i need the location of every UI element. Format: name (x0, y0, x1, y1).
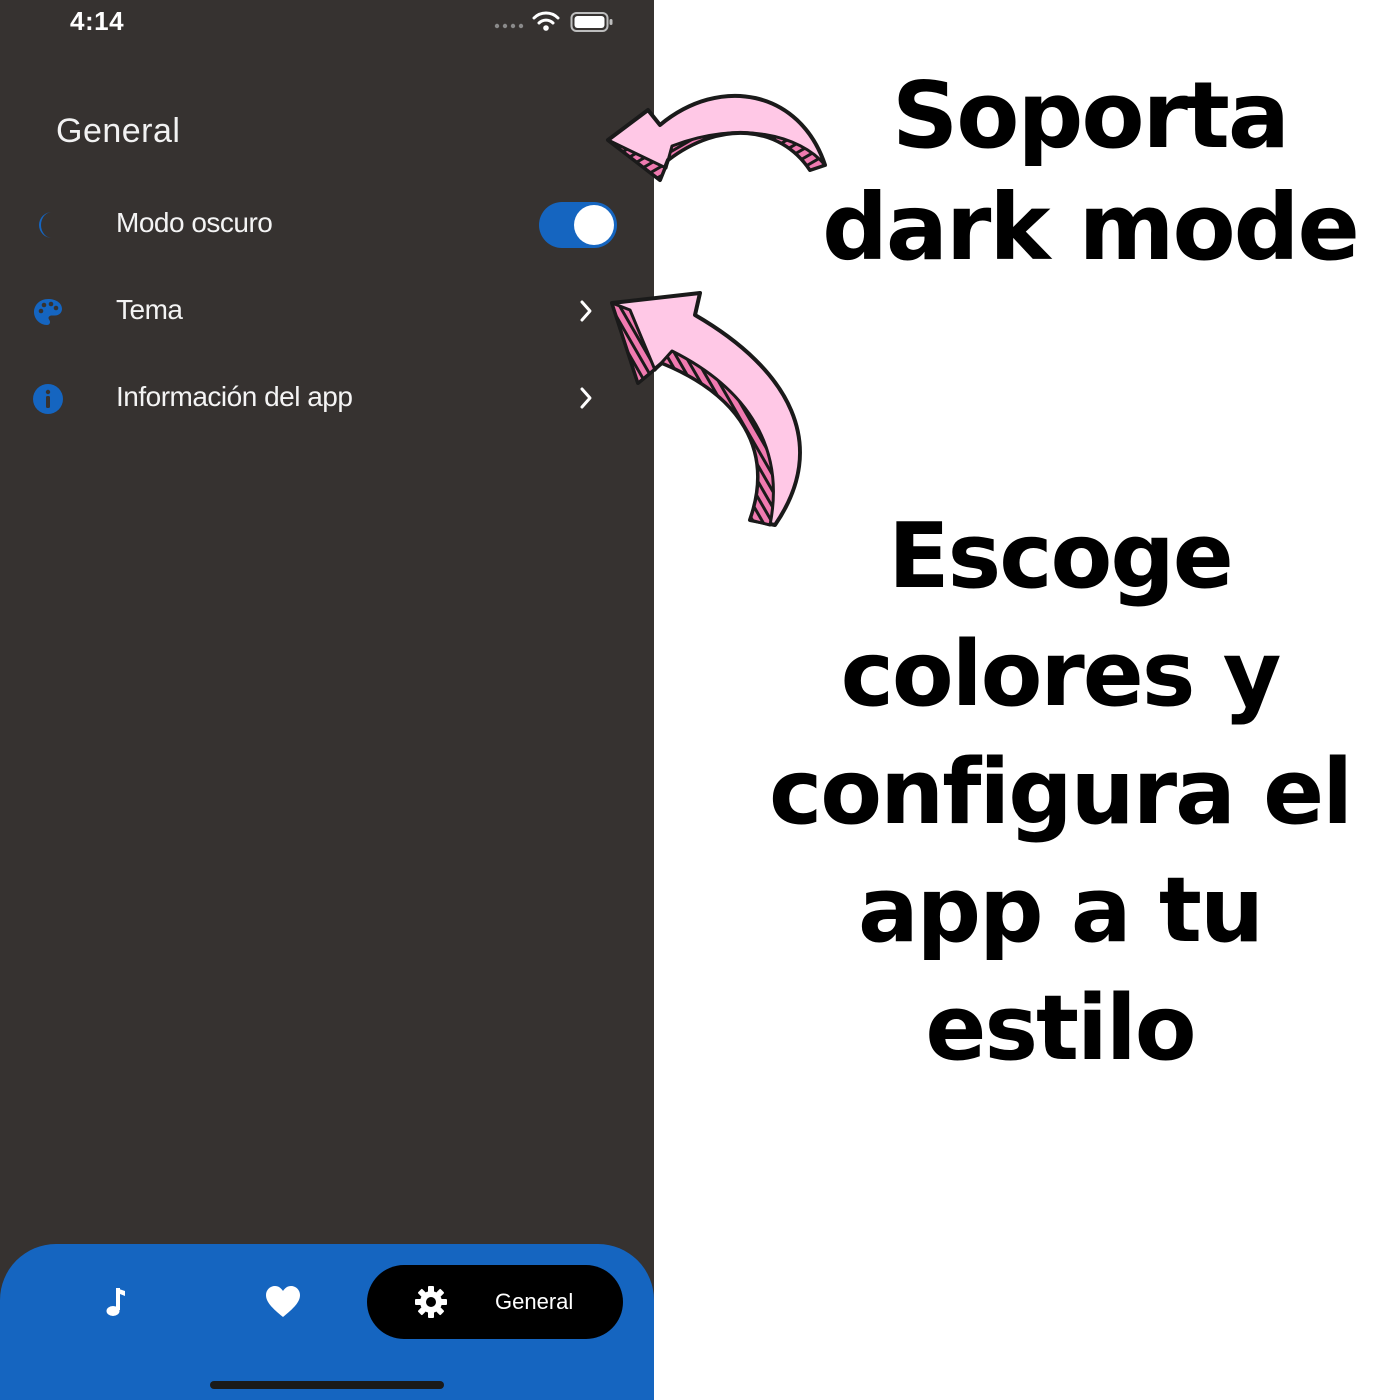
info-icon (33, 384, 63, 414)
dark-mode-annotation: Soporta dark mode (822, 62, 1360, 281)
dark-mode-label: Modo oscuro (116, 207, 273, 238)
theme-label: Tema (116, 294, 183, 325)
wifi-icon (532, 11, 560, 31)
section-title: General (56, 112, 181, 150)
status-bar: 4:14 (0, 0, 654, 50)
music-note-icon[interactable] (98, 1284, 134, 1320)
settings-row-theme[interactable]: Tema (0, 277, 654, 347)
status-time: 4:14 (70, 6, 125, 36)
settings-row-dark-mode[interactable]: Modo oscuro (0, 190, 654, 260)
heart-icon[interactable] (264, 1284, 302, 1320)
battery-icon (570, 12, 613, 32)
chevron-right-icon[interactable] (576, 298, 596, 324)
palette-icon (34, 299, 62, 325)
home-indicator (210, 1381, 444, 1389)
gear-icon (415, 1286, 447, 1318)
moon-icon (39, 212, 52, 238)
theme-annotation: Escoge colores y configura el app a tu e… (768, 504, 1353, 1081)
app-screen: 4:14 General Modo oscuro Tema Informació… (0, 0, 654, 1400)
toggle-knob (574, 205, 614, 245)
nav-item-general[interactable]: General (367, 1265, 623, 1339)
bottom-navigation: General (0, 1244, 654, 1400)
chevron-right-icon[interactable] (576, 385, 596, 411)
dark-mode-toggle[interactable] (539, 202, 617, 248)
settings-row-app-info[interactable]: Información del app (0, 364, 654, 434)
arrow-to-theme (610, 291, 802, 527)
app-info-label: Información del app (116, 381, 353, 412)
nav-general-label: General (495, 1289, 574, 1314)
signal-dots-icon (494, 23, 524, 29)
